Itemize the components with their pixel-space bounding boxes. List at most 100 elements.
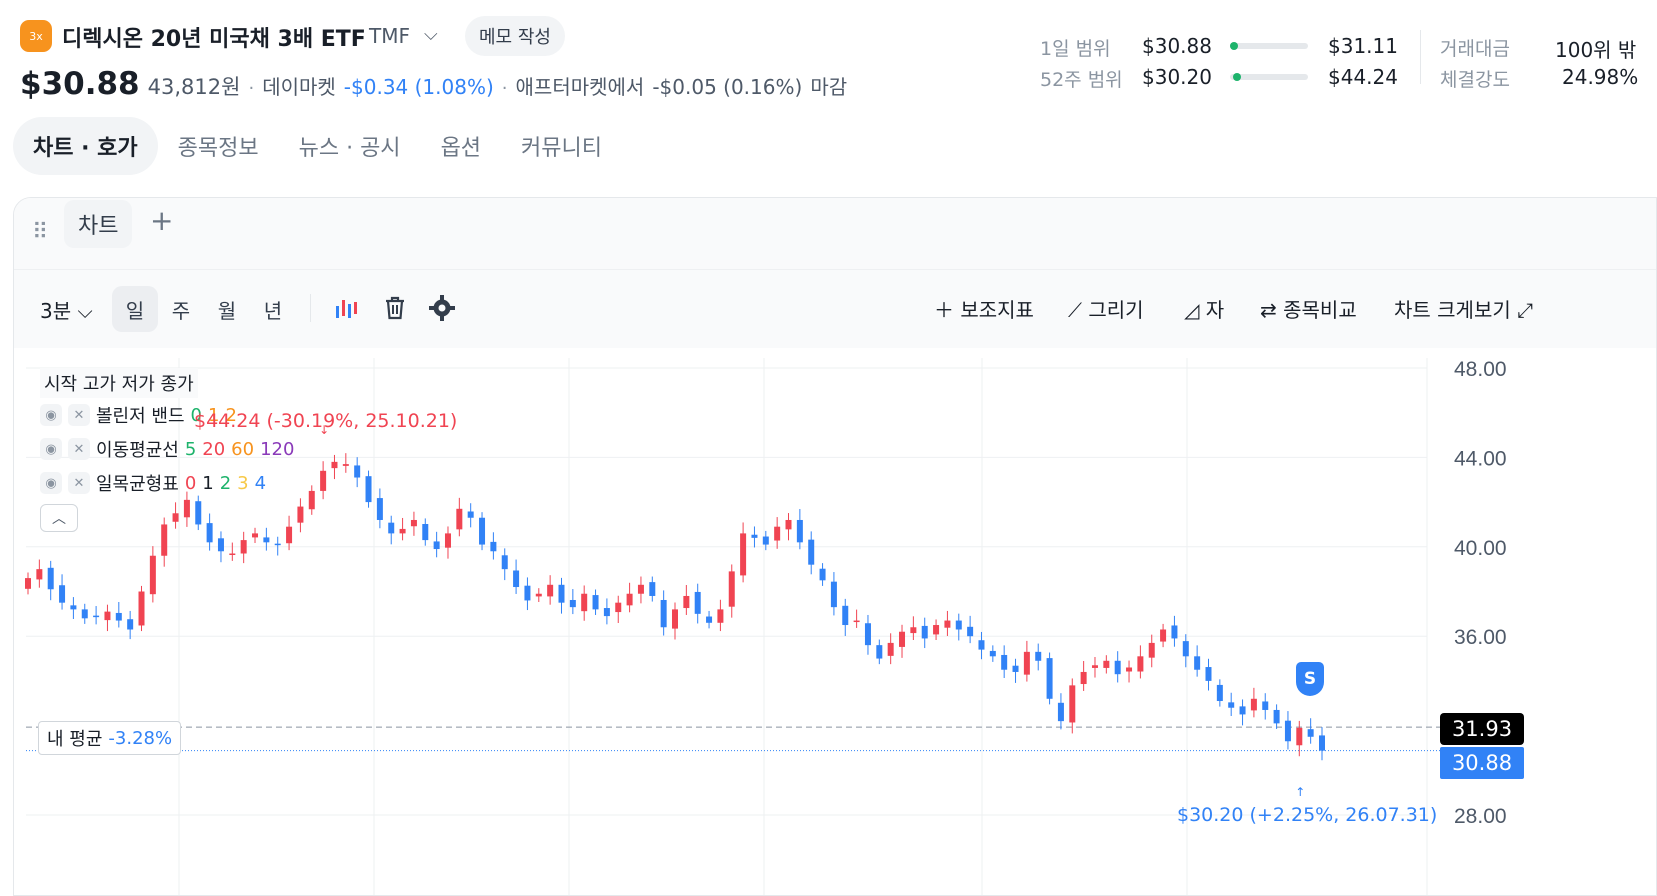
candle-body <box>138 591 145 626</box>
candle-body <box>252 533 259 538</box>
main-tabs: 차트 · 호가 종목정보 뉴스 · 공시 옵션 커뮤니티 <box>13 117 622 175</box>
price-krw: 43,812원 <box>147 75 241 99</box>
period-month[interactable]: 월 <box>204 286 250 332</box>
drag-handle-icon[interactable]: ⠿ <box>32 220 48 245</box>
strength-value: 24.98% <box>1562 65 1639 89</box>
candle-body <box>1296 727 1303 746</box>
interval-select[interactable]: 3분 ⌵ <box>40 295 93 324</box>
candle-body <box>1114 660 1121 675</box>
price-row: $30.88 43,812원 · 데이마켓 -$0.34 (1.08%) · 애… <box>20 66 847 102</box>
candle-body <box>615 602 622 613</box>
candle-body <box>1250 698 1257 711</box>
ichimoku-label: 일목균형표 <box>96 474 179 495</box>
candle-body <box>558 584 565 603</box>
ichimoku-param: 0 <box>184 472 197 494</box>
period-high-annotation: $44.24 (-30.19%, 25.10.21) <box>194 410 458 432</box>
interval-label: 3분 <box>40 299 72 323</box>
candle-body <box>899 631 906 647</box>
candle-body <box>626 593 633 606</box>
candle-body <box>456 508 463 530</box>
close-icon[interactable]: ✕ <box>68 438 90 460</box>
candle-body <box>660 599 667 628</box>
candle-body <box>308 490 315 510</box>
collapse-legend-button[interactable]: ︿ <box>40 504 78 532</box>
tab-stock-info[interactable]: 종목정보 <box>158 117 279 175</box>
current-price-tag: 30.88 <box>1440 747 1524 779</box>
tab-chart-orderbook[interactable]: 차트 · 호가 <box>13 117 158 175</box>
ruler-icon: ◿ <box>1184 298 1200 322</box>
candle-body <box>876 645 883 659</box>
y-tick-label: 48.00 <box>1454 358 1507 381</box>
trash-icon[interactable] <box>382 294 408 322</box>
indicator-button[interactable]: ＋ 보조지표 <box>934 294 1034 323</box>
week52-range-high: $44.24 <box>1328 65 1398 89</box>
low-arrow: ↑ <box>1295 785 1305 799</box>
candle-body <box>989 650 996 657</box>
period-week[interactable]: 주 <box>158 286 204 332</box>
candle-body <box>115 612 122 621</box>
stock-title: 디렉시온 20년 미국채 3배 ETF <box>62 27 366 52</box>
week52-range-label: 52주 범위 <box>1040 69 1123 91</box>
candle-body <box>603 608 610 617</box>
pencil-icon: ⟋ <box>1068 298 1082 322</box>
candle-body <box>274 543 281 546</box>
candle-body <box>513 570 520 588</box>
candle-body <box>842 605 849 626</box>
tab-news[interactable]: 뉴스 · 공시 <box>279 117 421 175</box>
candle-body <box>1057 702 1064 722</box>
candle-body <box>1080 671 1087 685</box>
dot-separator: · <box>248 78 255 99</box>
compare-button[interactable]: ⇄ 종목비교 <box>1260 294 1357 323</box>
candle-body <box>81 609 88 619</box>
ma-label: 이동평균선 <box>96 440 179 461</box>
candle-body <box>422 524 429 541</box>
price-change: -$0.34 (1.08%) <box>343 75 494 99</box>
expand-icon: ⤢ <box>1517 298 1534 322</box>
period-year[interactable]: 년 <box>250 286 296 332</box>
candle-body <box>785 519 792 530</box>
day-range-bar <box>1230 42 1308 50</box>
candle-body <box>25 578 31 589</box>
chart-tab-badge[interactable]: 차트 <box>64 200 133 248</box>
candle-type-icon[interactable] <box>334 296 360 322</box>
eye-icon[interactable]: ◉ <box>40 438 62 460</box>
candle-body <box>1148 642 1155 658</box>
plus-icon: ＋ <box>934 298 954 322</box>
candle-body <box>286 526 293 544</box>
candle-body <box>649 582 656 596</box>
candle-body <box>944 620 951 628</box>
bollinger-label: 볼린저 밴드 <box>96 406 185 427</box>
expand-button[interactable]: 차트 크게보기 ⤢ <box>1394 294 1533 323</box>
candle-body <box>376 498 383 520</box>
add-tab-icon[interactable]: + <box>150 204 173 237</box>
candle-body <box>127 619 134 630</box>
candle-body <box>830 581 837 608</box>
ichimoku-param: 4 <box>254 472 267 494</box>
week52-range-marker <box>1233 73 1241 81</box>
y-tick-label: 36.00 <box>1454 626 1507 649</box>
draw-button[interactable]: ⟋ 그리기 <box>1068 294 1144 323</box>
gear-icon[interactable] <box>428 294 456 322</box>
candle-body <box>479 517 486 545</box>
candle-body <box>410 519 417 527</box>
candle-body <box>70 605 77 610</box>
close-icon[interactable]: ✕ <box>68 404 90 426</box>
memo-button[interactable]: 메모 작성 <box>465 16 565 56</box>
candle-body <box>172 513 179 522</box>
ma-param: 120 <box>260 438 295 460</box>
sell-marker[interactable]: S <box>1296 662 1324 696</box>
period-day[interactable]: 일 <box>112 286 158 332</box>
chevron-down-icon[interactable]: ⌵ <box>424 24 438 45</box>
ruler-button[interactable]: ◿ 자 <box>1184 294 1224 323</box>
candle-body <box>433 541 440 550</box>
tab-community[interactable]: 커뮤니티 <box>501 117 622 175</box>
candle-body <box>1228 702 1235 708</box>
chart-area[interactable]: 48.00 44.00 40.00 36.00 28.00 ↓ ↑ 시작 고가 저가 종가 … <box>14 348 1656 895</box>
tab-options[interactable]: 옵션 <box>421 117 501 175</box>
candle-body <box>183 499 190 518</box>
close-icon[interactable]: ✕ <box>68 472 90 494</box>
week52-range-bar <box>1230 73 1308 81</box>
eye-icon[interactable]: ◉ <box>40 404 62 426</box>
candle-body <box>774 526 781 541</box>
eye-icon[interactable]: ◉ <box>40 472 62 494</box>
